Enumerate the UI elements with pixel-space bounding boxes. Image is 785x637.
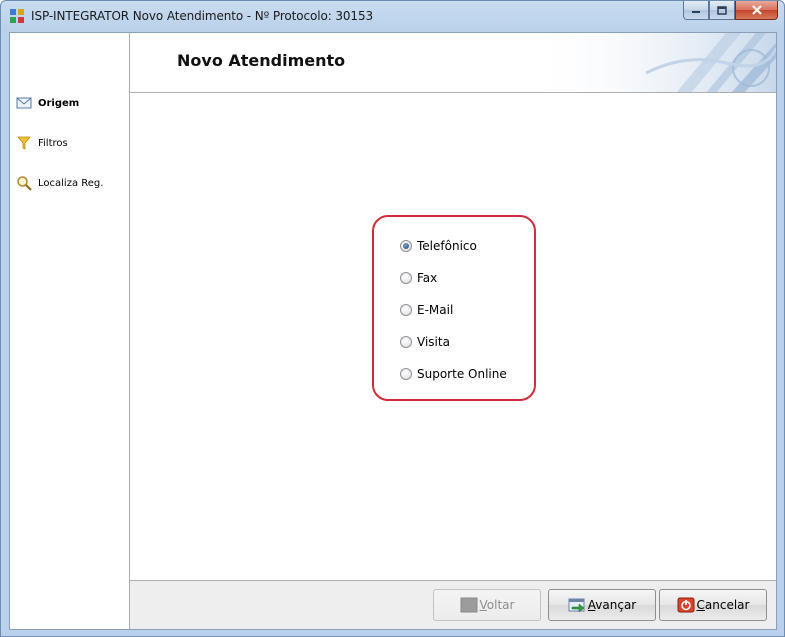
back-button[interactable]: Voltar [433, 589, 541, 621]
wizard-steps-sidebar: Origem Filtros Localiza Reg. [10, 33, 130, 629]
next-arrow-icon [568, 598, 585, 613]
cancel-power-icon [677, 597, 695, 613]
next-label: vançar [595, 598, 637, 612]
radio-label: E-Mail [417, 303, 454, 317]
wizard-footer: Voltar Avançar Cancelar [130, 580, 776, 629]
origin-options-highlight: Telefônico Fax E-Mail Visita Suporte Onl… [372, 215, 536, 401]
radio-button[interactable] [400, 336, 412, 348]
radio-button[interactable] [400, 304, 412, 316]
sidebar-item-localiza-reg[interactable]: Localiza Reg. [16, 174, 103, 192]
envelope-icon [16, 97, 32, 109]
cancel-mnemonic: C [696, 598, 705, 612]
window-title: ISP-INTEGRATOR Novo Atendimento - Nº Pro… [31, 9, 374, 23]
radio-fax[interactable]: Fax [400, 269, 437, 287]
radio-label: Fax [417, 271, 438, 285]
radio-button[interactable] [400, 240, 412, 252]
radio-email[interactable]: E-Mail [400, 301, 453, 319]
minimize-icon [692, 11, 700, 13]
page-title: Novo Atendimento [177, 51, 346, 70]
window-controls [683, 1, 778, 21]
wizard-panel: Origem Filtros Localiza Reg. Novo Atendi… [9, 32, 777, 630]
magnifier-icon [17, 176, 32, 191]
maximize-button[interactable] [709, 1, 735, 20]
next-button[interactable]: Avançar [548, 589, 656, 621]
radio-label: Suporte Online [417, 367, 507, 381]
app-logo-icon [10, 9, 24, 23]
radio-button[interactable] [400, 368, 412, 380]
sidebar-item-origem[interactable]: Origem [16, 94, 79, 112]
back-label: oltar [486, 598, 515, 612]
cancel-label: ancelar [704, 598, 750, 612]
funnel-icon [17, 136, 31, 150]
maximize-icon [717, 5, 727, 15]
sidebar-item-filtros[interactable]: Filtros [16, 134, 68, 152]
close-button[interactable] [735, 1, 778, 20]
radio-label: Visita [417, 335, 450, 349]
radio-suporte-online[interactable]: Suporte Online [400, 365, 507, 383]
back-arrow-icon [460, 597, 478, 613]
radio-label: Telefônico [417, 239, 477, 253]
close-icon [751, 5, 762, 15]
wizard-header: Novo Atendimento [130, 33, 776, 93]
title-bar[interactable]: ISP-INTEGRATOR Novo Atendimento - Nº Pro… [1, 1, 784, 31]
application-window: ISP-INTEGRATOR Novo Atendimento - Nº Pro… [0, 0, 785, 637]
radio-visita[interactable]: Visita [400, 333, 450, 351]
radio-button[interactable] [400, 272, 412, 284]
sidebar-item-label: Filtros [38, 137, 68, 149]
wizard-content: Telefônico Fax E-Mail Visita Suporte Onl… [130, 94, 776, 580]
back-mnemonic: V [479, 598, 487, 612]
cancel-button[interactable]: Cancelar [659, 589, 767, 621]
minimize-button[interactable] [683, 1, 709, 20]
decorative-banner-icon [526, 33, 776, 92]
radio-telefonico[interactable]: Telefônico [400, 237, 477, 255]
sidebar-item-label: Origem [38, 97, 80, 109]
sidebar-item-label: Localiza Reg. [38, 177, 104, 189]
